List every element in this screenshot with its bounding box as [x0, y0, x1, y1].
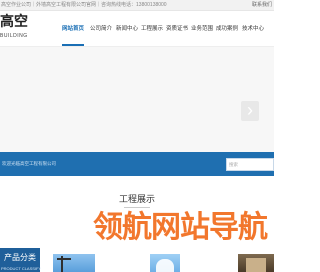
nav-item-label: 技术中心: [242, 26, 265, 32]
project-thumbnail[interactable]: [150, 254, 180, 272]
logo-name: 高空: [0, 14, 28, 30]
logo-subtitle: BUILDING: [0, 33, 28, 39]
nav-item-label: 新闻中心: [116, 26, 139, 32]
nav-item-label: 资质证书: [166, 26, 189, 32]
nav-item-cases[interactable]: 成功案例: [216, 12, 238, 46]
nav-item-label: 工程展示: [141, 26, 164, 32]
nav-item-projects[interactable]: 工程展示: [141, 12, 163, 46]
topbar-contact-link[interactable]: 联系我们: [252, 2, 272, 8]
building-image: [246, 258, 266, 272]
top-info-bar: 高空作业公司｜外墙高空工程有限公司官网｜咨询热线电话：13800138000 联…: [0, 0, 274, 11]
project-thumbnail[interactable]: [53, 254, 95, 272]
nav-item-services[interactable]: 业务范围: [191, 12, 213, 46]
category-panel[interactable]: 产品分类 PRODUCT CLASSIFY: [0, 248, 42, 272]
nav-item-label: 业务范围: [191, 26, 214, 32]
search-input[interactable]: [226, 158, 274, 171]
welcome-search-bar: 欢迎光临高空工程有限公司: [0, 152, 274, 176]
nav-item-certificates[interactable]: 资质证书: [166, 12, 188, 46]
topbar-contact-text: 高空作业公司｜外墙高空工程有限公司官网｜咨询热线电话：13800138000: [1, 2, 167, 8]
nav-item-about[interactable]: 公司简介: [90, 12, 112, 46]
project-thumbnail[interactable]: [238, 254, 274, 272]
sky-image: [156, 259, 174, 272]
category-title: 产品分类: [4, 253, 36, 262]
crane-arm-image: [57, 258, 71, 260]
category-subtitle: PRODUCT CLASSIFY: [1, 266, 42, 271]
nav-item-news[interactable]: 新闻中心: [116, 12, 138, 46]
section-divider: [124, 207, 150, 208]
welcome-text: 欢迎光临高空工程有限公司: [2, 161, 56, 166]
watermark-overlay: 领航网站导航: [93, 210, 268, 245]
banner-next-button[interactable]: ›: [241, 100, 259, 121]
nav-item-technology[interactable]: 技术中心: [242, 12, 264, 46]
nav-item-label: 公司简介: [90, 26, 113, 32]
nav-item-label: 成功案例: [216, 26, 239, 32]
nav-item-home[interactable]: 网站首页: [62, 12, 85, 46]
chevron-right-icon: ›: [247, 100, 253, 120]
nav-item-label: 网站首页: [62, 26, 85, 32]
section-title: 工程展示: [118, 194, 155, 204]
main-navigation: 网站首页 公司简介 新闻中心 工程展示 资质证书 业务范围 成功案例 技术中心: [58, 12, 274, 46]
site-logo[interactable]: 高空 BUILDING: [0, 12, 36, 46]
